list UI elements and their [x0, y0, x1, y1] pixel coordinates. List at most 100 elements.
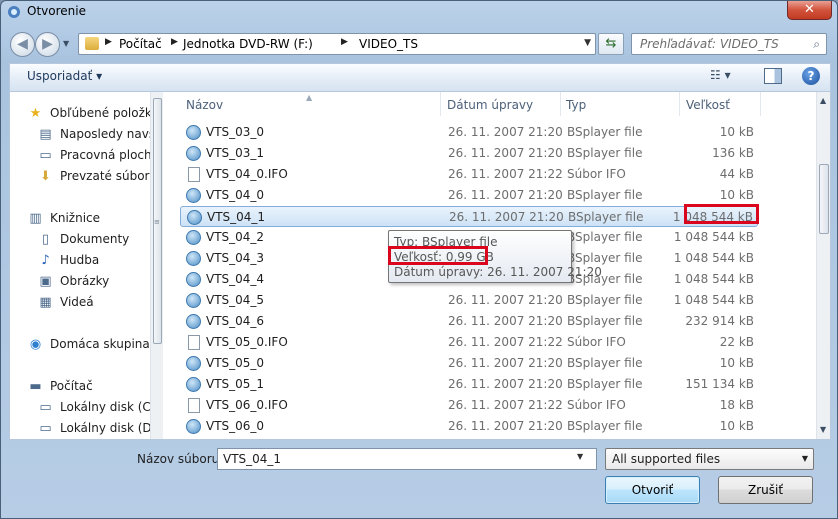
file-size: 10 kB	[719, 125, 754, 139]
bsplayer-file-icon	[186, 125, 201, 140]
navigation-scrollbar[interactable]: ≡	[150, 92, 163, 439]
file-row[interactable]: VTS_03_1 26. 11. 2007 21:20 BSplayer file 1…	[180, 143, 758, 164]
file-row[interactable]: VTS_06_0 26. 11. 2007 21:20 BSplayer file 1…	[180, 416, 758, 437]
breadcrumb-separator-icon[interactable]: ▶	[171, 37, 178, 47]
cancel-button[interactable]: Zrušiť	[718, 476, 813, 504]
scroll-up-icon[interactable]: ▲	[820, 96, 826, 105]
organize-menu-button[interactable]: Usporiadať ▾	[27, 69, 102, 83]
preview-pane-button[interactable]	[764, 68, 782, 84]
back-button[interactable]: ◀	[10, 32, 35, 57]
scroll-grip-icon: ≡	[154, 218, 160, 226]
breadcrumb-computer[interactable]: Počítač	[119, 37, 162, 51]
file-date: 26. 11. 2007 21:20	[448, 356, 563, 370]
file-type: BSplayer file	[567, 146, 643, 160]
refresh-button[interactable]: ⇆	[598, 33, 624, 55]
navigation-pane: ★ Obľúbené položky ▤ Naposledy navšti ▭ Praco…	[10, 92, 150, 439]
file-row[interactable]: VTS_05_1 26. 11. 2007 21:20 BSplayer file 1…	[180, 374, 758, 395]
column-divider[interactable]	[679, 92, 680, 116]
filename-dropdown-icon[interactable]: ▼	[577, 452, 583, 461]
file-name: VTS_06_0.IFO	[206, 398, 288, 412]
breadcrumb-separator-icon[interactable]: ▶	[105, 37, 112, 47]
libraries-icon: ▥	[29, 211, 42, 226]
file-list-scrollbar[interactable]: ▲ ▼	[816, 92, 830, 439]
recent-pages-dropdown[interactable]: ▼	[63, 39, 75, 51]
file-date: 26. 11. 2007 21:20	[448, 146, 563, 160]
breadcrumb-video-ts[interactable]: VIDEO_TS	[359, 37, 418, 51]
column-divider[interactable]	[760, 92, 761, 116]
file-row[interactable]: VTS_05_0.IFO 26. 11. 2007 21:22 Súbor IFO 2…	[180, 332, 758, 353]
file-row[interactable]: VTS_04_0 26. 11. 2007 21:20 BSplayer file 1…	[180, 185, 758, 206]
tooltip-date: Dátum úpravy: 26. 11. 2007 21:20	[394, 265, 602, 279]
downloads-icon: ⬇	[40, 169, 51, 184]
file-row[interactable]: VTS_03_0 26. 11. 2007 21:20 BSplayer file 1…	[180, 122, 758, 143]
bsplayer-file-icon	[187, 210, 202, 225]
file-type: BSplayer file	[567, 125, 643, 139]
desktop-icon: ▭	[39, 148, 52, 163]
file-row[interactable]: VTS_04_1 26. 11. 2007 21:20 BSplayer file 1…	[180, 206, 758, 227]
refresh-icon: ⇆	[605, 36, 617, 51]
file-size: 1 048 544 kB	[673, 293, 754, 307]
file-type: Súbor IFO	[567, 398, 626, 412]
open-button[interactable]: Otvoriť	[605, 476, 700, 504]
close-button[interactable]: ✕	[787, 1, 832, 20]
file-date: 26. 11. 2007 21:20	[448, 293, 563, 307]
help-button[interactable]: ?	[802, 67, 820, 85]
column-header-date[interactable]: Dátum úpravy	[447, 98, 533, 112]
address-bar[interactable]: ▶ Počítač ▶ Jednotka DVD-RW (F:) ▶ VIDEO…	[78, 33, 596, 55]
homegroup-icon: ◉	[29, 337, 42, 352]
file-type: BSplayer file	[568, 210, 644, 224]
file-type: BSplayer file	[567, 419, 643, 433]
nav-item-label: Obrázky	[60, 274, 110, 288]
breadcrumb-dvd-drive[interactable]: Jednotka DVD-RW (F:)	[183, 37, 313, 51]
file-size: 10 kB	[719, 188, 754, 202]
file-row[interactable]: VTS_04_6 26. 11. 2007 21:20 BSplayer file 2…	[180, 311, 758, 332]
file-type: BSplayer file	[567, 314, 643, 328]
search-box[interactable]: Prehľadávať: VIDEO_TS ⌕	[631, 33, 827, 55]
column-header-size[interactable]: Veľkosť	[686, 98, 730, 112]
file-name: VTS_04_6	[206, 314, 265, 328]
nav-item-label: Naposledy navšti	[60, 127, 150, 141]
file-size: 1 048 544 kB	[673, 230, 754, 244]
file-row[interactable]: VTS_05_0 26. 11. 2007 21:20 BSplayer file 1…	[180, 353, 758, 374]
nav-item-label: Domáca skupina	[50, 337, 150, 351]
file-size: 18 kB	[719, 398, 754, 412]
file-type-filter[interactable]: All supported files ▼	[605, 448, 814, 470]
file-date: 26. 11. 2007 21:20	[448, 125, 563, 139]
file-name: VTS_05_1	[206, 377, 265, 391]
filename-input[interactable]	[217, 448, 597, 470]
computer-icon: ▬	[29, 379, 42, 394]
file-list-scroll-thumb[interactable]	[819, 164, 829, 234]
file-size: 44 kB	[719, 167, 754, 181]
file-size: 232 914 kB	[685, 314, 754, 328]
scroll-down-icon[interactable]: ▼	[820, 425, 826, 434]
column-divider[interactable]	[440, 92, 441, 116]
bsplayer-file-icon	[186, 314, 201, 329]
app-icon	[8, 6, 20, 18]
change-view-button[interactable]: ☷ ▾	[710, 68, 731, 82]
bsplayer-file-icon	[186, 188, 201, 203]
search-icon[interactable]: ⌕	[813, 37, 820, 52]
disk-icon: ▭	[39, 421, 52, 436]
column-header-type[interactable]: Typ	[566, 98, 586, 112]
file-size: 1 048 544 kB	[673, 251, 754, 265]
file-name: VTS_05_0	[206, 356, 265, 370]
file-name: VTS_04_0.IFO	[206, 167, 288, 181]
nav-item-label: Pracovná plocha	[60, 148, 150, 162]
file-row[interactable]: VTS_04_5 26. 11. 2007 21:20 BSplayer file 1…	[180, 290, 758, 311]
column-divider[interactable]	[560, 92, 561, 116]
sort-ascending-icon: ▲	[306, 93, 313, 102]
nav-item-label: Prevzaté súbory	[60, 169, 150, 183]
document-icon	[188, 335, 200, 350]
column-header-name[interactable]: Názov	[186, 98, 223, 112]
tooltip-size-highlight-box	[388, 246, 488, 265]
forward-button[interactable]: ▶	[35, 32, 60, 57]
chevron-down-icon[interactable]: ▼	[802, 454, 808, 463]
breadcrumb-separator-icon[interactable]: ▶	[341, 37, 348, 47]
file-row[interactable]: VTS_04_0.IFO 26. 11. 2007 21:22 Súbor IFO 4…	[180, 164, 758, 185]
file-size: 151 134 kB	[685, 377, 754, 391]
address-dropdown-icon[interactable]: ▼	[584, 38, 591, 48]
file-row[interactable]: VTS_06_0.IFO 26. 11. 2007 21:22 Súbor IFO 1…	[180, 395, 758, 416]
file-type: Súbor IFO	[567, 167, 626, 181]
document-icon	[188, 398, 200, 413]
bsplayer-file-icon	[186, 251, 201, 266]
